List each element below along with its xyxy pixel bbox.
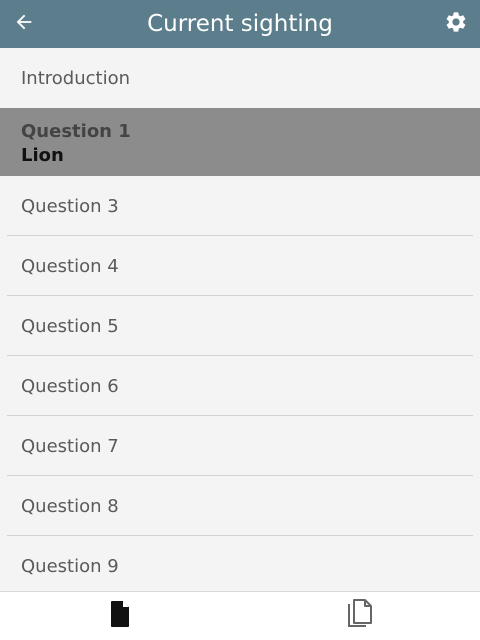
settings-button[interactable] <box>440 8 472 40</box>
current-sighting-button[interactable] <box>100 598 140 634</box>
list-item-label: Question 8 <box>21 495 119 517</box>
list-item-label: Question 3 <box>21 195 119 217</box>
list-item-label: Introduction <box>21 67 131 89</box>
list-item-introduction[interactable]: Introduction <box>0 48 480 108</box>
list-item[interactable]: Question 8 <box>0 476 480 536</box>
list-item-label: Question 7 <box>21 435 119 457</box>
arrow-left-icon <box>13 11 35 37</box>
app-header: Current sighting <box>0 0 480 48</box>
selected-answer-value: Lion <box>21 145 64 166</box>
all-sightings-button[interactable] <box>340 598 380 634</box>
bottom-toolbar <box>0 591 480 640</box>
list-item[interactable]: Question 4 <box>0 236 480 296</box>
page-title: Current sighting <box>147 11 333 37</box>
app-screen: Current sighting Introduction Question 1… <box>0 0 480 640</box>
list-item[interactable]: Question 7 <box>0 416 480 476</box>
list-item-selected[interactable]: Question 1 Lion <box>0 108 480 176</box>
document-icon <box>108 600 132 632</box>
back-button[interactable] <box>8 8 40 40</box>
list-item-label: Question 4 <box>21 255 119 277</box>
list-item-label: Question 5 <box>21 315 119 337</box>
list-item[interactable]: Question 9 <box>0 536 480 591</box>
list-item-label: Question 9 <box>21 555 119 577</box>
copy-icon <box>346 599 374 633</box>
gear-icon <box>444 10 468 38</box>
list-item[interactable]: Question 5 <box>0 296 480 356</box>
question-list: Introduction Question 1 Lion Question 3 … <box>0 48 480 591</box>
list-item[interactable]: Question 6 <box>0 356 480 416</box>
list-item-label: Question 6 <box>21 375 119 397</box>
selected-question-label: Question 1 <box>21 121 131 142</box>
list-item[interactable]: Question 3 <box>0 176 480 236</box>
